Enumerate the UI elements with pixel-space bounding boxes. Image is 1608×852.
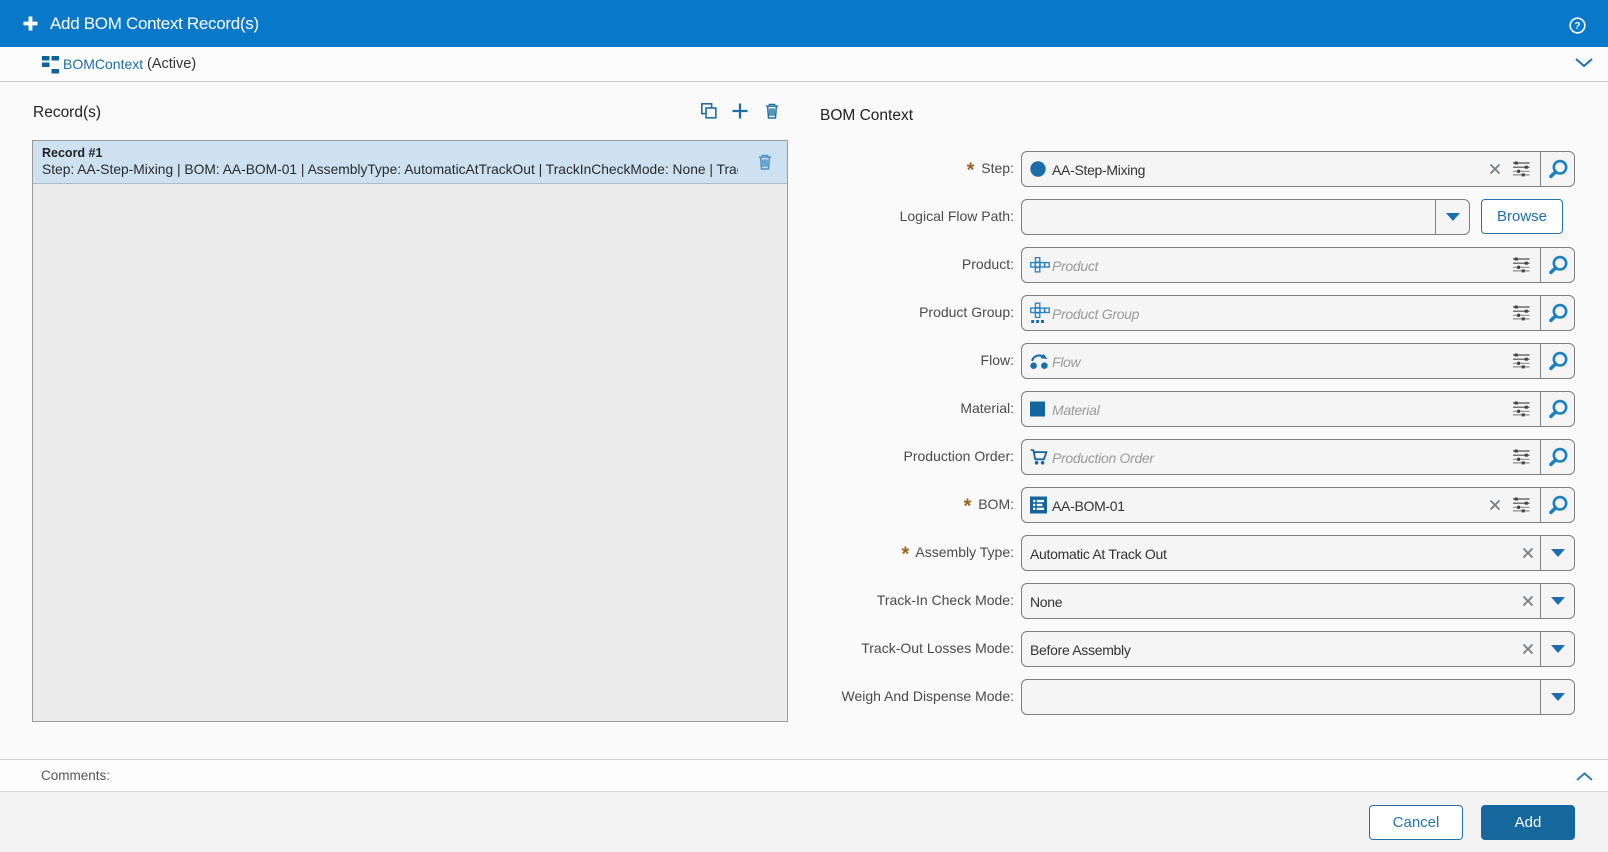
svg-text:?: ? xyxy=(1574,20,1580,32)
